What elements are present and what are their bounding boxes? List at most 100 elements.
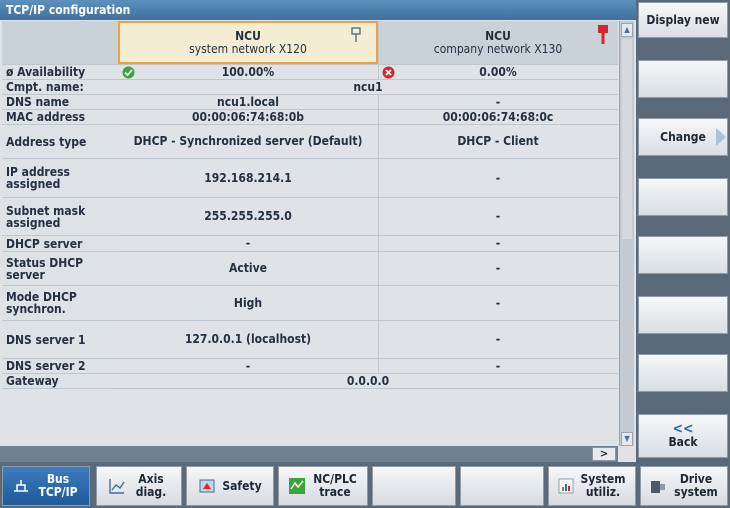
arrow-right-icon [716, 128, 726, 146]
row-value-span: ncu1 [353, 80, 383, 94]
trace-icon [289, 478, 305, 494]
row-value-x130: - [378, 198, 618, 235]
system-utilization-button[interactable]: System utiliz. [548, 466, 636, 506]
row-value-x130: 0.00% [378, 65, 618, 79]
row-value-x120: Active [229, 261, 267, 275]
window-title: TCP/IP configuration [0, 0, 636, 20]
scroll-up-icon[interactable]: ▲ [621, 23, 633, 37]
row-value-x120: 255.255.255.0 [204, 209, 292, 223]
row-value-x120: - [245, 358, 251, 373]
header-x120-line1: NCU [235, 28, 261, 43]
row-value-x130: DHCP - Client [378, 125, 618, 158]
safety-button[interactable]: Safety [186, 466, 274, 506]
row-label: DNS server 2 [2, 359, 118, 373]
table-row: DNS server 2 - - [2, 359, 618, 374]
softkey-blank-2[interactable] [638, 60, 728, 98]
nc-plc-trace-label: NC/PLC trace [313, 472, 357, 499]
table-row: ø Availability 100.00% 0.00% [2, 65, 618, 80]
row-value-span: 0.0.0.0 [346, 374, 390, 388]
table-row: MAC address 00:00:06:74:68:0b 00:00:06:7… [2, 110, 618, 125]
network-disconnected-icon [598, 25, 608, 44]
row-label: ø Availability [2, 65, 118, 79]
row-value-x130: - [378, 95, 618, 109]
bus-tcpip-button[interactable]: Bus TCP/IP [2, 466, 90, 506]
table-row: Address type DHCP - Synchronized server … [2, 125, 618, 159]
error-x-icon [382, 66, 395, 79]
scroll-down-icon[interactable]: ▼ [621, 432, 633, 446]
axis-diag-label: Axis diag. [135, 472, 167, 499]
table-row: Cmpt. name: ncu1 [2, 80, 618, 95]
drive-system-icon [651, 481, 665, 493]
bus-network-icon [14, 480, 28, 492]
softkey-blank-5[interactable] [638, 236, 728, 274]
change-label: Change [660, 129, 706, 144]
row-value-x120: High [233, 295, 263, 310]
axis-diagram-icon [109, 479, 125, 494]
header-x120[interactable]: NCU system network X120 [118, 21, 378, 64]
softkey-blank-h5[interactable] [372, 466, 456, 506]
table-row: Subnet mask assigned 255.255.255.0 - [2, 198, 618, 236]
main-panel: TCP/IP configuration NCU system network … [0, 0, 636, 462]
table-row: Gateway 0.0.0.0 [2, 374, 618, 389]
table-row: DNS server 1 127.0.0.1 (localhost) - [2, 321, 618, 359]
drive-system-button[interactable]: Drive system [640, 466, 728, 506]
scroll-right-button[interactable]: > [592, 447, 616, 461]
table-header: NCU system network X120 NCU company netw… [2, 21, 618, 65]
row-value-x130: 00:00:06:74:68:0c [378, 110, 618, 124]
row-label: Gateway [2, 374, 118, 388]
network-plug-icon [351, 27, 361, 42]
row-label: DNS name [2, 95, 118, 109]
horizontal-softkey-bar: Bus TCP/IP Axis diag. Safety NC/PLC trac… [0, 462, 730, 508]
horizontal-scrollbar[interactable]: > [0, 446, 618, 462]
row-value-x130: - [378, 252, 618, 285]
drive-system-label: Drive system [674, 472, 718, 499]
back-label: Back [668, 435, 698, 449]
scrollbar-thumb[interactable] [622, 39, 632, 239]
header-x130-line1: NCU [485, 28, 511, 43]
header-blank [2, 21, 118, 64]
header-x130[interactable]: NCU company network X130 [378, 21, 618, 64]
header-x130-line2: company network X130 [433, 41, 563, 56]
safety-shield-icon [199, 479, 215, 493]
system-utilization-icon [558, 478, 574, 494]
row-value-x130: - [378, 286, 618, 320]
bus-tcpip-label: Bus TCP/IP [38, 472, 78, 499]
table-row: Status DHCP server Active - [2, 252, 618, 286]
softkey-blank-7[interactable] [638, 354, 728, 392]
table-row: IP address assigned 192.168.214.1 - [2, 159, 618, 198]
row-label: Mode DHCP synchron. [2, 286, 118, 320]
row-value-x130: - [378, 321, 618, 358]
row-label: Status DHCP server [2, 252, 118, 285]
table-row: Mode DHCP synchron. High - [2, 286, 618, 321]
system-utilization-label: System utiliz. [580, 472, 626, 499]
row-label: Address type [2, 125, 118, 158]
table-row: DNS name ncu1.local - [2, 95, 618, 110]
row-label: MAC address [2, 110, 118, 124]
row-value-x120: ncu1.local [217, 94, 279, 109]
back-button[interactable]: << Back [638, 414, 728, 458]
nc-plc-trace-button[interactable]: NC/PLC trace [278, 466, 368, 506]
softkey-blank-4[interactable] [638, 178, 728, 216]
vertical-scrollbar[interactable]: ▲ ▼ [619, 21, 634, 446]
vertical-softkey-bar: Display new Change << Back [636, 0, 730, 462]
row-value-x120: DHCP - Synchronized server (Default) [133, 134, 363, 148]
row-label: DNS server 1 [2, 321, 118, 358]
row-value-x120: - [245, 236, 251, 250]
display-new-button[interactable]: Display new [638, 2, 728, 38]
availability-x130: 0.00% [479, 64, 517, 79]
safety-label: Safety [222, 478, 262, 493]
row-value-x130: - [378, 159, 618, 197]
change-button[interactable]: Change [638, 118, 728, 156]
row-label: DHCP server [2, 236, 118, 251]
table-row: DHCP server - - [2, 236, 618, 252]
row-value-x120: 100.00% [118, 65, 378, 79]
axis-diag-button[interactable]: Axis diag. [96, 466, 182, 506]
ok-check-icon [122, 66, 135, 79]
row-label: Cmpt. name: [2, 80, 118, 94]
row-value-x120: 127.0.0.1 (localhost) [184, 332, 312, 346]
softkey-blank-6[interactable] [638, 296, 728, 334]
row-label: Subnet mask assigned [2, 198, 118, 235]
softkey-blank-h6[interactable] [460, 466, 544, 506]
row-value-x120: 00:00:06:74:68:0b [192, 109, 304, 124]
header-x120-line2: system network X120 [189, 41, 307, 56]
